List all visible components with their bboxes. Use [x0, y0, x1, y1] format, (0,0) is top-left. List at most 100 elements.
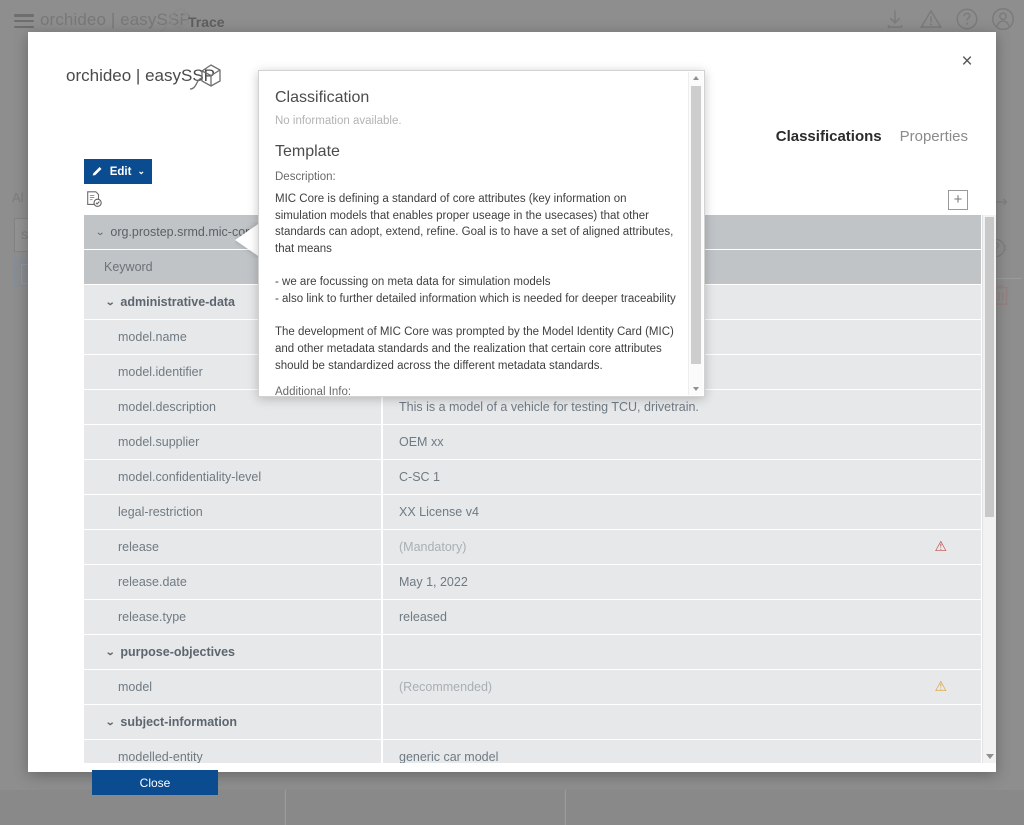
popover-description-label: Description: [275, 171, 336, 183]
popover-content: Classification No information available.… [259, 71, 688, 396]
table-row-key-cell: ⌄ purpose-objectives [84, 635, 381, 669]
popover-template-title: Template [275, 143, 340, 160]
table-row-key-label: model.confidentiality-level [84, 470, 261, 484]
table-row-key-text: Keyword [104, 260, 153, 274]
edit-button[interactable]: Edit ⌄ [84, 159, 152, 184]
app-root: orchideo | easySSP Trace Al S × orchideo… [0, 0, 1024, 825]
table-row-value-cell[interactable] [383, 635, 981, 669]
table-row-value-cell[interactable]: C-SC 1 [383, 460, 981, 494]
tab-classifications[interactable]: Classifications [776, 128, 882, 145]
user-avatar-icon[interactable] [990, 6, 1016, 32]
popover-description-body: MIC Core is defining a standard of core … [275, 193, 676, 372]
cube-logo-icon [189, 64, 221, 90]
add-classification-button[interactable]: + [948, 190, 968, 210]
table-row[interactable]: release.type released [84, 600, 981, 634]
dialog-tabs: Classifications Properties [776, 128, 968, 145]
background-left-label: Al [12, 190, 24, 205]
close-button[interactable]: Close [92, 770, 218, 795]
table-row[interactable]: model.supplier OEM xx [84, 425, 981, 459]
table-row-key-label: ⌄ purpose-objectives [84, 645, 235, 659]
chevron-down-icon[interactable]: ⌄ [105, 647, 115, 658]
background-panel-center [285, 790, 564, 825]
table-row-key-text: modelled-entity [118, 750, 203, 763]
table-row-key-text: model [118, 680, 153, 694]
table-row-key-label: release.date [84, 575, 187, 589]
chevron-down-icon[interactable]: ⌄ [95, 227, 105, 238]
table-row[interactable]: modelled-entity generic car model [84, 740, 981, 763]
background-panel-left [0, 790, 284, 825]
table-row-value-cell[interactable]: generic car model [383, 740, 981, 763]
table-row-key-cell: model.supplier [84, 425, 381, 459]
table-row-value-cell[interactable]: (Recommended) ⚠ [383, 670, 981, 704]
scroll-up-arrow-icon[interactable] [692, 76, 699, 80]
table-row-key-text: model.supplier [118, 435, 200, 449]
scroll-down-arrow-icon[interactable] [692, 387, 699, 391]
table-row[interactable]: ⌄ purpose-objectives [84, 635, 981, 669]
table-row-key-text: model.name [118, 330, 187, 344]
table-row-key-cell: ⌄ subject-information [84, 705, 381, 739]
table-row-value-cell[interactable]: OEM xx [383, 425, 981, 459]
table-row[interactable]: release.date May 1, 2022 [84, 565, 981, 599]
chevron-down-icon: ⌄ [137, 166, 145, 176]
hamburger-menu-icon[interactable] [14, 14, 34, 28]
table-row-key-label: legal-restriction [84, 505, 203, 519]
table-row-key-text: org.prostep.srmd.mic-core [110, 225, 257, 239]
table-row-key-cell: release [84, 530, 381, 564]
table-row[interactable]: model.confidentiality-level C-SC 1 [84, 460, 981, 494]
table-row[interactable]: release (Mandatory) ⚠ [84, 530, 981, 564]
table-row-key-label: model.name [84, 330, 187, 344]
popover-classification-empty: No information available. [275, 115, 402, 127]
chevron-down-icon[interactable]: ⌄ [105, 297, 115, 308]
popover-classification-title: Classification [275, 89, 370, 106]
table-row-key-label: model.identifier [84, 365, 203, 379]
table-row-key-cell: model.confidentiality-level [84, 460, 381, 494]
table-row-key-cell: modelled-entity [84, 740, 381, 763]
table-row-key-text: subject-information [120, 715, 238, 729]
table-row-key-label: ⌄org.prostep.srmd.mic-corei [84, 225, 281, 239]
table-row-key-label: release [84, 540, 159, 554]
table-row-key-text: purpose-objectives [120, 645, 236, 659]
download-icon[interactable] [882, 6, 908, 32]
cube-logo-icon [159, 8, 189, 32]
tab-properties[interactable]: Properties [900, 128, 968, 145]
table-row-value-cell[interactable]: XX License v4 [383, 495, 981, 529]
table-row-value-cell[interactable]: released [383, 600, 981, 634]
table-scrollbar-thumb[interactable] [985, 217, 994, 517]
background-panel-right [565, 790, 1024, 825]
warning-icon[interactable] [918, 6, 944, 32]
table-row-key-label: modelled-entity [84, 750, 203, 763]
table-row-key-text: model.confidentiality-level [118, 470, 262, 484]
table-row-key-label: model.description [84, 400, 216, 414]
table-row-key-text: release [118, 540, 159, 554]
table-row-value-cell[interactable]: (Mandatory) ⚠ [383, 530, 981, 564]
table-row-key-label: release.type [84, 610, 186, 624]
table-row-key-text: release.date [118, 575, 187, 589]
edit-button-label: Edit [109, 165, 132, 178]
warning-icon: ⚠ [934, 538, 947, 554]
table-row[interactable]: model (Recommended) ⚠ [84, 670, 981, 704]
table-row-value-cell[interactable]: May 1, 2022 [383, 565, 981, 599]
table-row-key-label: ⌄ subject-information [84, 715, 237, 729]
popover-scrollbar[interactable] [688, 72, 703, 395]
help-icon[interactable] [954, 6, 980, 32]
table-row[interactable]: legal-restriction XX License v4 [84, 495, 981, 529]
table-row-key-cell: release.type [84, 600, 381, 634]
scroll-down-arrow-icon[interactable] [986, 754, 994, 759]
popover-scrollbar-thumb[interactable] [691, 86, 701, 364]
table-row[interactable]: ⌄ subject-information [84, 705, 981, 739]
table-row-key-text: administrative-data [120, 295, 236, 309]
document-check-icon[interactable] [85, 190, 103, 208]
popover-additional-info-label: Additional Info: [275, 386, 352, 396]
table-row-key-text: model.description [118, 400, 216, 414]
warning-icon: ⚠ [934, 678, 947, 694]
table-row-value-cell[interactable] [383, 705, 981, 739]
background-section-label: Trace [188, 14, 225, 30]
chevron-down-icon[interactable]: ⌄ [105, 717, 115, 728]
table-row-key-text: model.identifier [118, 365, 203, 379]
table-row-key-cell: model [84, 670, 381, 704]
pencil-icon [92, 167, 102, 176]
table-row-key-label: model.supplier [84, 435, 199, 449]
classification-dialog: × orchideo | easySSP Classifications Pro… [28, 32, 996, 795]
table-scrollbar[interactable] [982, 215, 996, 763]
close-icon[interactable]: × [954, 48, 980, 74]
